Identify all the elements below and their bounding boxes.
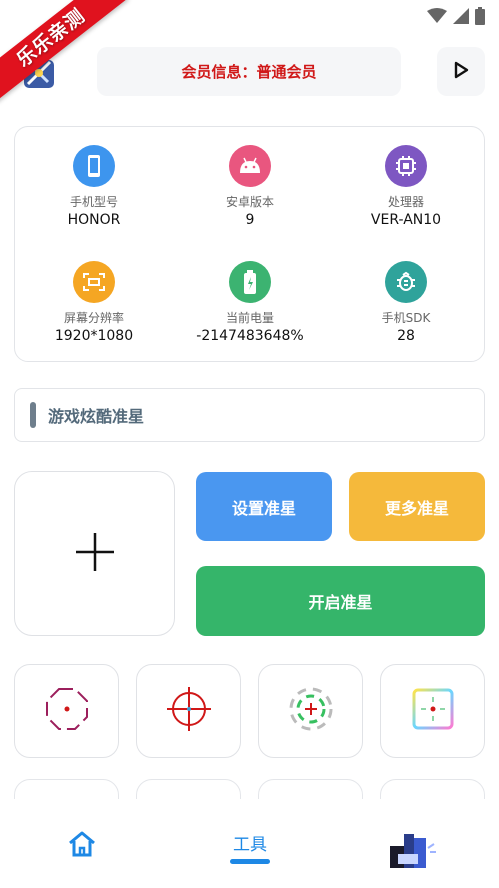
info-android-version: 安卓版本 9 [175, 145, 325, 228]
crosshair-option-5[interactable] [14, 779, 119, 799]
info-value: -2147483648% [196, 328, 304, 344]
info-resolution: 屏幕分辨率 1920*1080 [19, 261, 169, 344]
home-icon [66, 831, 98, 862]
info-label: 当前电量 [225, 311, 274, 325]
battery-icon [229, 261, 271, 303]
crosshair-option-6[interactable] [136, 779, 241, 799]
section-bar [30, 402, 36, 428]
nav-profile-button[interactable] [384, 828, 444, 876]
info-value: VER-AN10 [370, 212, 442, 228]
play-button[interactable] [437, 47, 485, 96]
info-label: 屏幕分辨率 [63, 311, 124, 325]
info-phone-model: 手机型号 HONOR [19, 145, 169, 228]
crosshair-option-4[interactable] [380, 664, 485, 758]
member-info-box: 会员信息：普通会员 [97, 47, 401, 96]
add-crosshair-button[interactable] [14, 471, 175, 636]
phone-icon [73, 145, 115, 187]
device-info-card: 手机型号 HONOR 安卓版本 9 处理器 VER-AN10 屏幕分辨率 192… [14, 126, 485, 362]
info-label: 处理器 [387, 195, 424, 209]
play-icon [452, 61, 470, 83]
info-processor: 处理器 VER-AN10 [331, 145, 481, 228]
battery-status-icon [475, 7, 485, 29]
signal-icon [453, 8, 469, 28]
octagon-crosshair-icon [44, 686, 90, 736]
info-value: HONOR [67, 212, 121, 228]
info-value: 1920*1080 [54, 328, 134, 344]
info-sdk: 手机SDK 28 [331, 261, 481, 344]
crosshair-grid [0, 664, 499, 758]
section-title: 游戏炫酷准星 [48, 407, 145, 426]
plus-icon [74, 531, 116, 577]
set-crosshair-button[interactable]: 设置准星 [196, 472, 332, 541]
info-label: 安卓版本 [225, 195, 274, 209]
profile-avatar-icon [384, 834, 444, 880]
crosshair-option-3[interactable] [258, 664, 363, 758]
info-value: 28 [397, 328, 415, 344]
nav-tools-label: 工具 [233, 835, 267, 855]
gradient-square-crosshair-icon [410, 686, 456, 736]
crosshair-option-1[interactable] [14, 664, 119, 758]
info-battery: 当前电量 -2147483648% [175, 261, 325, 344]
more-crosshair-button[interactable]: 更多准星 [349, 472, 485, 541]
android-icon [229, 145, 271, 187]
crosshair-grid-row-2 [0, 779, 499, 799]
member-info-text: 会员信息：普通会员 [181, 63, 317, 81]
nav-active-indicator [230, 859, 270, 864]
target-crosshair-icon [165, 685, 213, 737]
section-header: 游戏炫酷准星 [14, 388, 485, 442]
bottom-nav: 工具 [0, 800, 499, 888]
cpu-icon [385, 145, 427, 187]
crosshair-option-7[interactable] [258, 779, 363, 799]
wifi-icon [427, 8, 447, 28]
crosshair-option-2[interactable] [136, 664, 241, 758]
info-label: 手机SDK [381, 311, 431, 325]
dashed-circle-crosshair-icon [286, 684, 336, 738]
nav-tools-tab[interactable]: 工具 [220, 830, 280, 864]
nav-home-button[interactable] [66, 830, 100, 860]
crosshair-option-8[interactable] [380, 779, 485, 799]
info-label: 手机型号 [69, 195, 118, 209]
info-value: 9 [245, 212, 255, 228]
screen-icon [73, 261, 115, 303]
open-crosshair-button[interactable]: 开启准星 [196, 566, 485, 636]
sdk-icon [385, 261, 427, 303]
